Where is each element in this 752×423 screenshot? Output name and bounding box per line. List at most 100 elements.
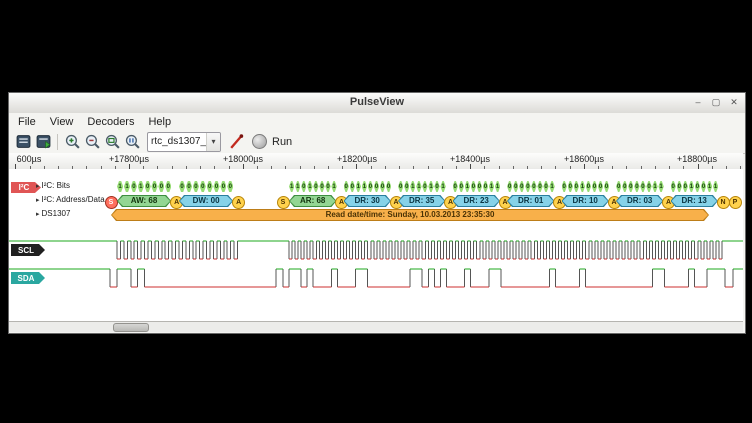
i2c-bit-annotation: 0 bbox=[151, 181, 157, 192]
i2c-bit-annotation: 1 bbox=[356, 181, 361, 192]
i2c-bit-annotation: 1 bbox=[331, 181, 336, 192]
ruler-tick-label: +18600µs bbox=[564, 154, 604, 164]
i2c-bit-annotation: 0 bbox=[628, 181, 633, 192]
i2c-address-annotation: AW: 68 bbox=[117, 195, 171, 207]
i2c-bit-annotation: 0 bbox=[386, 181, 391, 192]
zoom-one-to-one-button[interactable] bbox=[122, 132, 142, 152]
ruler-tick-label: +17800µs bbox=[109, 154, 149, 164]
i2c-bit-annotation: 0 bbox=[319, 181, 324, 192]
zoom-fit-icon bbox=[104, 133, 121, 150]
i2c-bit-annotation: 0 bbox=[683, 181, 688, 192]
i2c-bit-annotation: 1 bbox=[707, 181, 712, 192]
zoom-in-button[interactable] bbox=[62, 132, 82, 152]
ds1307-annotation: Read date/time: Sunday, 10.03.2013 23:35… bbox=[111, 209, 709, 221]
i2c-bit-annotation: 0 bbox=[200, 181, 206, 192]
i2c-bit-annotation: 0 bbox=[598, 181, 603, 192]
menu-view[interactable]: View bbox=[43, 115, 81, 129]
i2c-bit-annotation: 0 bbox=[459, 181, 464, 192]
i2c-bit-annotation: 0 bbox=[471, 181, 476, 192]
i2c-bit-annotation: 0 bbox=[404, 181, 409, 192]
i2c-bit-annotation: 0 bbox=[398, 181, 403, 192]
menu-file[interactable]: File bbox=[11, 115, 43, 129]
scrollbar-handle[interactable] bbox=[113, 323, 149, 332]
zoom-out-button[interactable] bbox=[82, 132, 102, 152]
i2c-bit-annotation: 0 bbox=[586, 181, 591, 192]
save-icon bbox=[35, 133, 52, 150]
i2c-bit-annotation: 1 bbox=[307, 181, 312, 192]
decoder-row-bits[interactable]: ▸ I²C: Bits bbox=[36, 181, 70, 190]
i2c-bit-annotation: 0 bbox=[519, 181, 524, 192]
i2c-bit-annotation: 0 bbox=[344, 181, 349, 192]
i2c-bit-annotation: 0 bbox=[671, 181, 676, 192]
time-ruler[interactable]: 600µs+17800µs+18000µs+18200µs+18400µs+18… bbox=[9, 153, 743, 170]
menu-decoders[interactable]: Decoders bbox=[80, 115, 141, 129]
i2c-data-annotation: DR: 13 bbox=[671, 195, 718, 207]
i2c-data-annotation-label: DR: 30 bbox=[345, 196, 390, 206]
decoder-row-address-data[interactable]: ▸ I²C: Address/Data bbox=[36, 195, 105, 204]
i2c-bit-annotation: 1 bbox=[295, 181, 300, 192]
i2c-nack-annotation: N bbox=[717, 196, 730, 209]
expand-arrow-icon[interactable]: ▸ bbox=[36, 196, 40, 204]
scl-channel-tag[interactable]: SCL bbox=[11, 244, 45, 256]
i2c-bit-annotation: 0 bbox=[453, 181, 458, 192]
open-button[interactable] bbox=[13, 132, 33, 152]
trace-view[interactable]: SAW: 6811010000ADW: 0000000000ASAR: 6811… bbox=[9, 169, 743, 321]
zoom-fit-button[interactable] bbox=[102, 132, 122, 152]
i2c-bit-annotation: 0 bbox=[374, 181, 379, 192]
i2c-bit-annotation: 1 bbox=[658, 181, 663, 192]
i2c-bit-annotation: 0 bbox=[179, 181, 185, 192]
session-file-select[interactable]: rtc_ds1307_2 ▾ bbox=[147, 132, 221, 152]
i2c-bit-annotation: 0 bbox=[543, 181, 548, 192]
ruler-tick-label: +18800µs bbox=[677, 154, 717, 164]
i2c-bit-annotation: 1 bbox=[465, 181, 470, 192]
i2c-bit-annotation: 1 bbox=[689, 181, 694, 192]
i2c-data-annotation-label: DR: 03 bbox=[617, 196, 662, 206]
i2c-bit-annotation: 0 bbox=[483, 181, 488, 192]
decoder-row-ds1307[interactable]: ▸ DS1307 bbox=[36, 209, 70, 218]
i2c-bit-annotation: 1 bbox=[713, 181, 718, 192]
close-button[interactable]: ✕ bbox=[727, 95, 741, 110]
i2c-bit-annotation: 0 bbox=[562, 181, 567, 192]
session-file-select-value: rtc_ds1307_2 bbox=[148, 136, 206, 147]
i2c-bit-annotation: 1 bbox=[489, 181, 494, 192]
i2c-bit-annotation: 0 bbox=[213, 181, 219, 192]
horizontal-scrollbar[interactable] bbox=[9, 321, 743, 332]
i2c-bit-annotation: 1 bbox=[138, 181, 144, 192]
pulseview-window: PulseView – ▢ ✕ File View Decoders Help bbox=[8, 92, 746, 334]
i2c-bit-annotation: 0 bbox=[368, 181, 373, 192]
i2c-bit-annotation: 1 bbox=[495, 181, 500, 192]
probe-config-button[interactable] bbox=[226, 132, 246, 152]
i2c-bit-annotation: 1 bbox=[362, 181, 367, 192]
ruler-tick-label: 600µs bbox=[17, 154, 42, 164]
screenshot-root: PulseView – ▢ ✕ File View Decoders Help bbox=[0, 0, 752, 423]
expand-arrow-icon[interactable]: ▸ bbox=[36, 182, 40, 190]
minimize-button[interactable]: – bbox=[691, 95, 705, 110]
save-button[interactable] bbox=[33, 132, 53, 152]
i2c-bit-annotation: 0 bbox=[604, 181, 609, 192]
maximize-button[interactable]: ▢ bbox=[709, 95, 723, 110]
toolbar: rtc_ds1307_2 ▾ Run bbox=[9, 130, 745, 154]
i2c-data-annotation-label: DR: 01 bbox=[508, 196, 553, 206]
i2c-data-annotation: DR: 35 bbox=[398, 195, 445, 207]
i2c-bit-annotation: 0 bbox=[507, 181, 512, 192]
i2c-data-annotation: DR: 23 bbox=[453, 195, 500, 207]
decoder-row-bits-label: I²C: Bits bbox=[42, 181, 70, 190]
i2c-bit-annotation: 1 bbox=[580, 181, 585, 192]
title-bar[interactable]: PulseView – ▢ ✕ bbox=[9, 93, 745, 114]
ds1307-annotation-label: Read date/time: Sunday, 10.03.2013 23:35… bbox=[112, 210, 708, 220]
i2c-bit-annotation: 0 bbox=[574, 181, 579, 192]
i2c-data-annotation-label: DR: 10 bbox=[563, 196, 608, 206]
i2c-data-annotation-label: DR: 13 bbox=[672, 196, 717, 206]
i2c-bit-annotation: 1 bbox=[117, 181, 123, 192]
run-button[interactable]: Run bbox=[252, 134, 292, 149]
i2c-bit-annotation: 0 bbox=[531, 181, 536, 192]
i2c-bit-annotation: 0 bbox=[646, 181, 651, 192]
i2c-bit-annotation: 0 bbox=[537, 181, 542, 192]
i2c-bit-annotation: 0 bbox=[622, 181, 627, 192]
menu-help[interactable]: Help bbox=[141, 115, 178, 129]
i2c-bit-annotation: 0 bbox=[186, 181, 192, 192]
expand-arrow-icon[interactable]: ▸ bbox=[36, 210, 40, 218]
sda-channel-tag[interactable]: SDA bbox=[11, 272, 45, 284]
open-icon bbox=[15, 133, 32, 150]
i2c-bit-annotation: 0 bbox=[634, 181, 639, 192]
